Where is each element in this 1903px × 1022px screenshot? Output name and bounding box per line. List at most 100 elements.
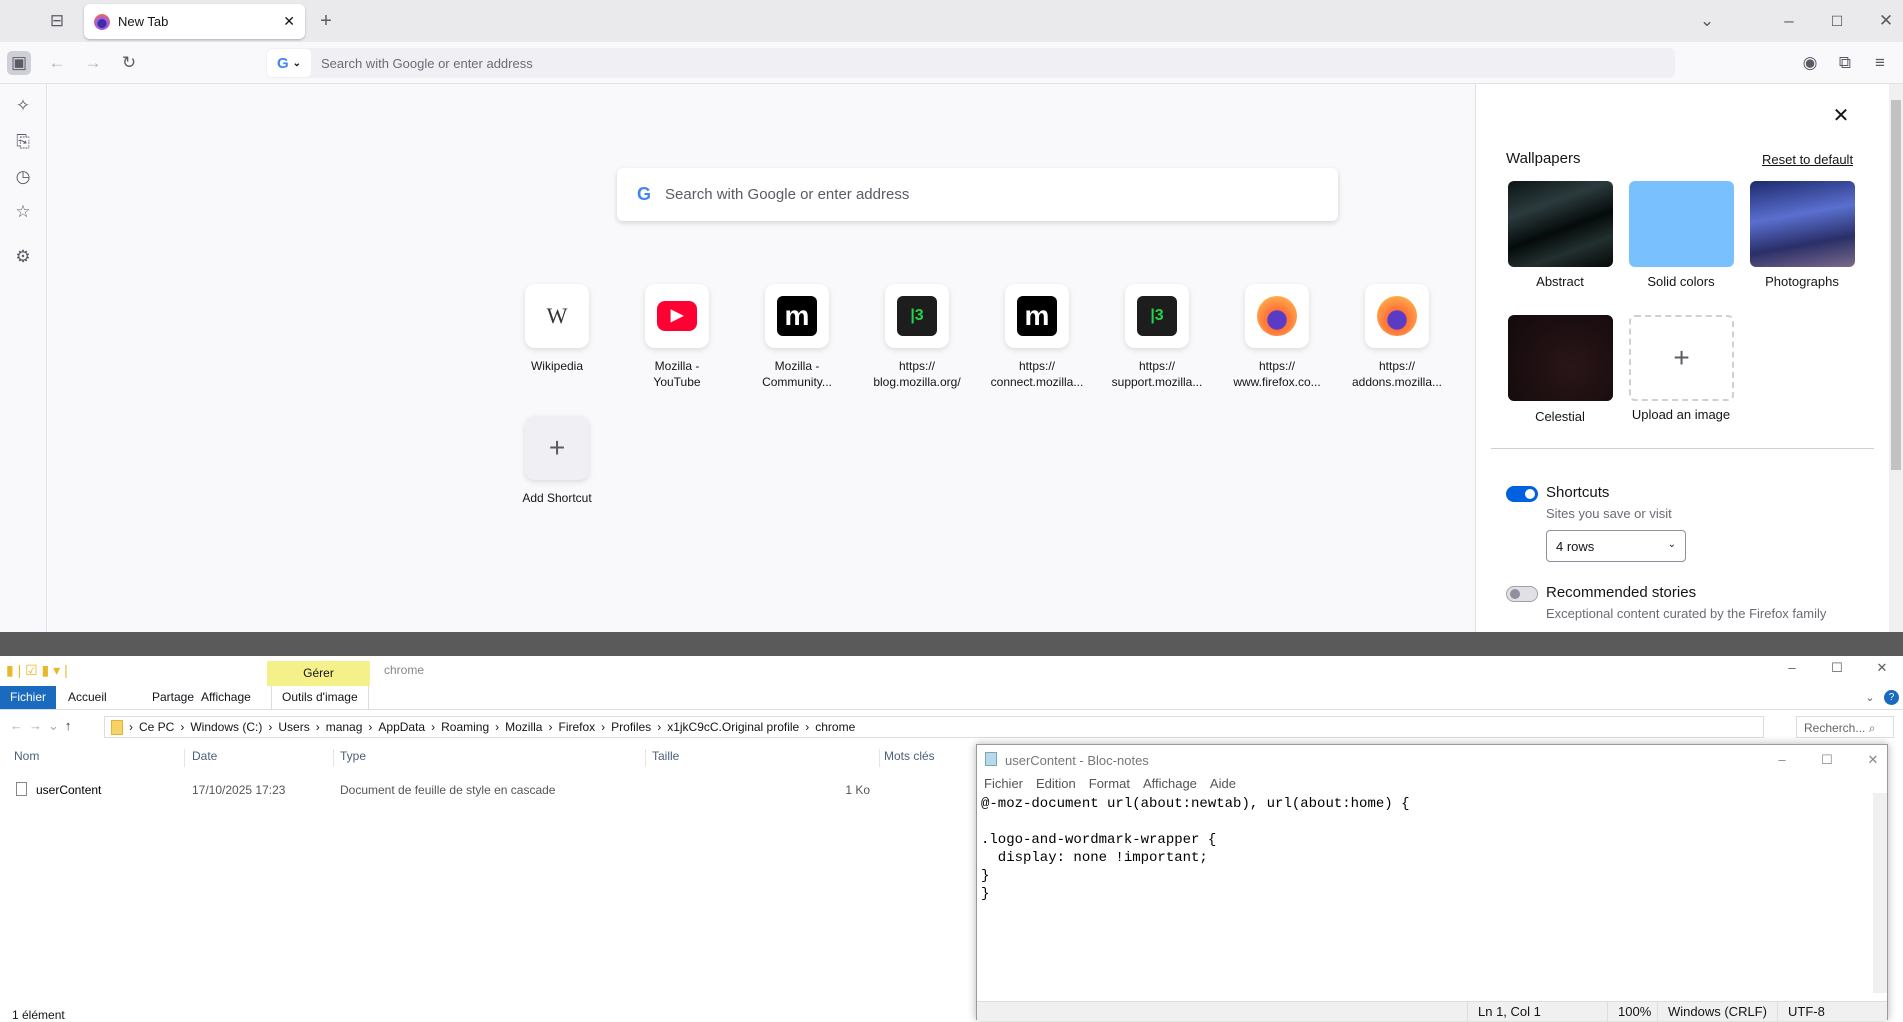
shortcut-label: Community... xyxy=(762,375,832,389)
nav-toolbar: ▣ ← → ↻ G ⌄ Search with Google or enter a… xyxy=(0,42,1903,84)
column-header-size[interactable]: Taille xyxy=(648,749,880,767)
panel-scrollbar[interactable] xyxy=(1889,84,1903,632)
forward-icon[interactable]: → xyxy=(81,51,105,75)
tab-manager-icon[interactable]: ⊟ xyxy=(45,9,69,33)
maximize-icon[interactable]: ☐ xyxy=(1825,656,1849,680)
breadcrumb-item[interactable]: manag xyxy=(326,720,363,734)
column-header-name[interactable]: Nom xyxy=(10,749,185,767)
add-shortcut-button[interactable]: + Add Shortcut xyxy=(507,416,607,506)
breadcrumb-separator-icon: › xyxy=(805,720,810,734)
wallpaper-solid-colors[interactable] xyxy=(1629,181,1734,267)
breadcrumb-item[interactable]: Firefox xyxy=(558,720,595,734)
ribbon-tab-affichage[interactable]: Affichage xyxy=(191,686,261,709)
extensions-icon[interactable]: ⧉ xyxy=(1833,51,1857,75)
screen-divider xyxy=(0,632,1903,656)
maximize-icon[interactable]: ☐ xyxy=(1825,9,1849,33)
shortcut-tile[interactable]: |3 https:// support.mozilla... xyxy=(1107,284,1207,390)
menu-item[interactable]: Aide xyxy=(1210,776,1236,791)
close-tab-icon[interactable]: ✕ xyxy=(283,13,295,30)
breadcrumb-separator-icon: › xyxy=(268,720,273,734)
minimize-icon[interactable]: – xyxy=(1777,9,1801,33)
menu-item[interactable]: Format xyxy=(1089,776,1130,791)
ribbon-tab-fichier[interactable]: Fichier xyxy=(0,686,57,709)
breadcrumb-item[interactable]: Mozilla xyxy=(505,720,542,734)
ribbon-tab-outils-image[interactable]: Outils d'image xyxy=(271,686,369,709)
close-icon[interactable]: ✕ xyxy=(1870,656,1894,680)
new-tab-icon[interactable]: + xyxy=(314,9,338,33)
help-icon[interactable]: ? xyxy=(1884,690,1899,705)
breadcrumb-item[interactable]: Windows (C:) xyxy=(190,720,262,734)
menu-item[interactable]: Edition xyxy=(1036,776,1076,791)
divider xyxy=(1491,448,1874,449)
breadcrumb-item[interactable]: x1jkC9cC.Original profile xyxy=(667,720,799,734)
reload-icon[interactable]: ↻ xyxy=(117,51,141,75)
firefox-icon xyxy=(1377,296,1417,336)
url-bar[interactable]: G ⌄ Search with Google or enter address xyxy=(266,48,1675,78)
breadcrumb-item[interactable]: Users xyxy=(278,720,309,734)
shortcut-label: www.firefox.co... xyxy=(1233,375,1321,389)
close-panel-icon[interactable]: ✕ xyxy=(1829,104,1853,128)
breadcrumb-separator-icon: › xyxy=(368,720,373,734)
tab-strip: ⊟ New Tab ✕ + ⌄ – ☐ ✕ xyxy=(0,0,1903,42)
breadcrumb-item[interactable]: AppData xyxy=(378,720,425,734)
breadcrumb-item[interactable]: Ce PC xyxy=(139,720,174,734)
shortcut-tile[interactable]: m https:// connect.mozilla... xyxy=(987,284,1087,390)
upload-image-button[interactable]: + xyxy=(1629,315,1734,401)
menu-icon[interactable]: ≡ xyxy=(1868,51,1892,75)
shortcuts-toggle[interactable] xyxy=(1506,486,1538,502)
shortcut-label: Mozilla - xyxy=(654,359,700,373)
wallpaper-abstract[interactable] xyxy=(1508,181,1613,267)
shortcut-label: https:// xyxy=(898,359,936,373)
history-icon[interactable]: ◷ xyxy=(11,165,35,189)
expand-ribbon-icon[interactable]: ⌄ xyxy=(1858,686,1882,710)
stories-label: Recommended stories xyxy=(1546,584,1697,601)
vertical-scrollbar[interactable] xyxy=(1873,793,1887,993)
search-input[interactable]: Recherch... ⌕ xyxy=(1796,716,1894,738)
account-icon[interactable]: ◉ xyxy=(1798,51,1822,75)
search-engine-button[interactable]: G ⌄ xyxy=(267,49,311,77)
shortcut-tile[interactable]: W Wikipedia xyxy=(507,284,607,374)
breadcrumb-item[interactable]: chrome xyxy=(815,720,855,734)
shortcut-tile[interactable]: m Mozilla - Community... xyxy=(747,284,847,390)
minimize-icon[interactable]: – xyxy=(1770,748,1794,772)
column-header-date[interactable]: Date xyxy=(188,749,334,767)
reset-to-default-link[interactable]: Reset to default xyxy=(1762,152,1853,167)
newtab-search-box[interactable]: G Search with Google or enter address xyxy=(617,168,1338,221)
shortcut-tile[interactable]: https:// addons.mozilla... xyxy=(1347,284,1447,390)
tab-new-tab[interactable]: New Tab ✕ xyxy=(84,4,305,39)
menu-item[interactable]: Affichage xyxy=(1143,776,1197,791)
ribbon-tab-accueil[interactable]: Accueil xyxy=(58,686,117,709)
shortcut-tile[interactable]: ▶ Mozilla - YouTube xyxy=(627,284,727,390)
column-header-type[interactable]: Type xyxy=(336,749,646,767)
rows-select[interactable]: 4 rows ⌄ xyxy=(1546,530,1686,562)
quick-access-toolbar[interactable]: ▮ | ☑ ▮ ▾ | xyxy=(6,662,96,679)
address-bar[interactable]: › Ce PC › Windows (C:) › Users › manag › AppData ›… xyxy=(104,716,1764,738)
manage-tab[interactable]: Gérer xyxy=(267,661,370,686)
menu-item[interactable]: Fichier xyxy=(984,776,1023,791)
stories-toggle[interactable] xyxy=(1506,586,1538,602)
status-bar: 1 élément xyxy=(12,1008,65,1022)
sidebar-toggle-icon[interactable]: ▣ xyxy=(7,51,31,75)
breadcrumb-separator-icon: › xyxy=(601,720,606,734)
minimize-icon[interactable]: – xyxy=(1780,656,1804,680)
synced-tabs-icon[interactable]: ⎘ xyxy=(11,130,35,154)
close-icon[interactable]: ✕ xyxy=(1861,748,1885,772)
nav-buttons[interactable]: ←→⌄↑ xyxy=(10,718,77,734)
back-icon[interactable]: ← xyxy=(45,51,69,75)
bookmarks-icon[interactable]: ☆ xyxy=(11,200,35,224)
shortcut-tile[interactable]: https:// www.firefox.co... xyxy=(1227,284,1327,390)
text-content[interactable]: @-moz-document url(about:newtab), url(ab… xyxy=(981,795,1409,903)
breadcrumb-item[interactable]: Roaming xyxy=(441,720,489,734)
maximize-icon[interactable]: ☐ xyxy=(1815,748,1839,772)
wallpaper-label: Celestial xyxy=(1535,409,1585,424)
column-header-keywords[interactable]: Mots clés xyxy=(880,749,976,767)
close-window-icon[interactable]: ✕ xyxy=(1874,9,1898,33)
wallpaper-photographs[interactable] xyxy=(1750,181,1855,267)
settings-icon[interactable]: ⚙ xyxy=(11,245,35,269)
shortcut-tile[interactable]: |3 https:// blog.mozilla.org/ xyxy=(867,284,967,390)
breadcrumb-item[interactable]: Profiles xyxy=(611,720,651,734)
ai-chatbot-icon[interactable]: ✧ xyxy=(11,94,35,118)
file-row[interactable]: userContent 17/10/2025 17:23 Document de… xyxy=(10,780,870,800)
wallpaper-celestial[interactable] xyxy=(1508,315,1613,401)
list-tabs-icon[interactable]: ⌄ xyxy=(1695,9,1719,33)
